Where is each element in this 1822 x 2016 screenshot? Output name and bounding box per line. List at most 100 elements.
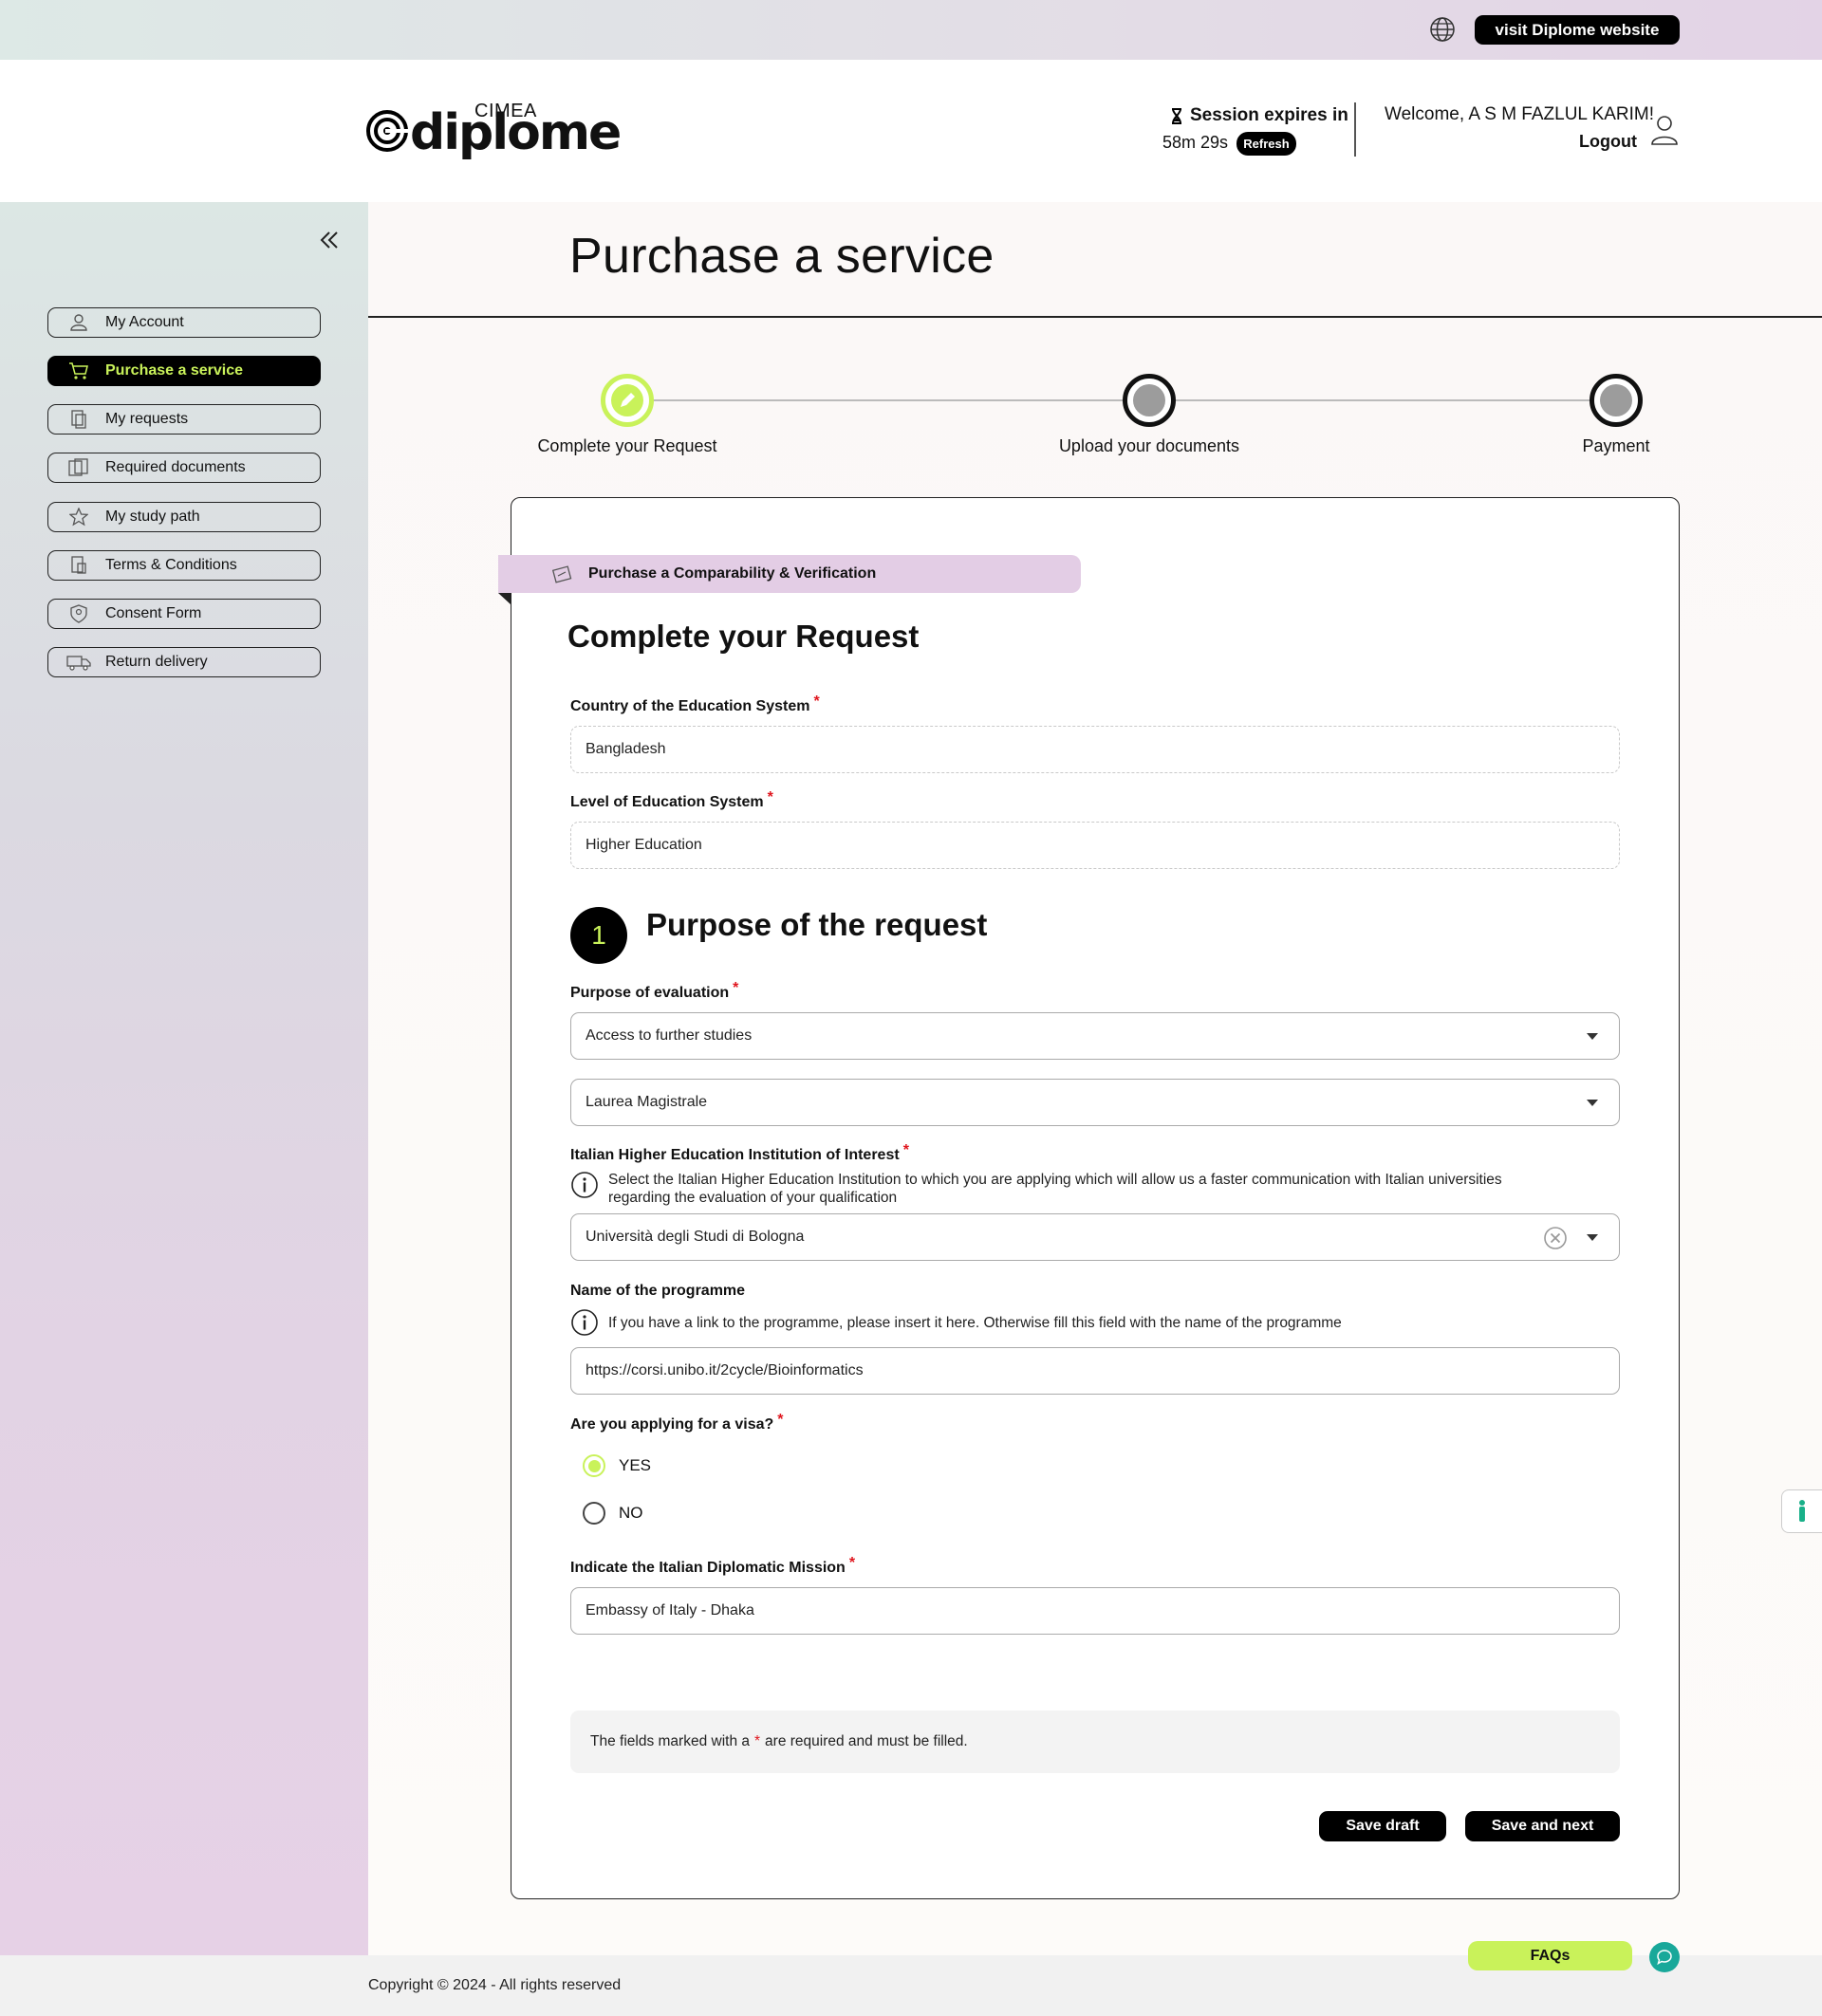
chevron-down-icon[interactable] [1587, 1033, 1598, 1040]
session-title: Session expires in [1171, 105, 1348, 126]
collapse-sidebar-icon[interactable] [318, 229, 341, 251]
programme-label-text: Name of the programme [570, 1283, 746, 1299]
country-field: Bangladesh [570, 726, 1620, 773]
logout-link[interactable]: Logout [1579, 132, 1637, 152]
sidebar-item-my-study-path[interactable]: My study path [47, 502, 321, 532]
sidebar-item-required-documents[interactable]: Required documents [47, 453, 321, 483]
sidebar-item-my-requests[interactable]: My requests [47, 404, 321, 435]
welcome-text: Welcome, A S M FAZLUL KARIM! [1385, 104, 1655, 124]
step-label: Payment [1582, 436, 1650, 455]
mission-input[interactable]: Embassy of Italy - Dhaka [570, 1587, 1620, 1635]
programme-info: If you have a link to the programme, ple… [570, 1308, 1557, 1337]
copyright-text: Copyright © 2024 - All rights reserved [368, 1977, 622, 1993]
clear-selection-icon[interactable] [1544, 1227, 1567, 1249]
service-ribbon: Purchase a Comparability & Verification [498, 555, 1081, 593]
programme-input[interactable]: https://corsi.unibo.it/2cycle/Bioinforma… [570, 1347, 1620, 1395]
required-fields-note: The fields marked with a * are required … [570, 1711, 1620, 1773]
mission-label-text: Indicate the Italian Diplomatic Mission [570, 1560, 846, 1576]
step-payment-indicator[interactable] [1590, 374, 1643, 427]
user-icon [65, 312, 92, 333]
purpose-select[interactable]: Access to further studies [570, 1012, 1620, 1060]
save-draft-button[interactable]: Save draft [1319, 1811, 1446, 1841]
consent-icon [65, 603, 92, 624]
institution-label: Italian Higher Education Institution of … [570, 1142, 909, 1164]
title-divider [368, 316, 1822, 318]
sidebar-item-label: Return delivery [105, 654, 208, 670]
step-upload-documents-indicator[interactable] [1123, 374, 1176, 427]
sidebar-item-label: Required documents [105, 459, 246, 475]
info-icon [571, 1172, 598, 1198]
edit-pencil-icon [611, 384, 643, 416]
radio-button[interactable] [583, 1502, 605, 1525]
sidebar-item-return-delivery[interactable]: Return delivery [47, 647, 321, 677]
sidebar-item-purchase-a-service[interactable]: Purchase a service [47, 356, 321, 386]
visit-website-button[interactable]: visit Diplome website [1475, 15, 1680, 45]
terms-icon [65, 555, 92, 576]
ribbon-fold [498, 593, 511, 604]
certificate-icon [551, 565, 572, 583]
form-heading: Complete your Request [567, 619, 920, 654]
sidebar-item-terms-conditions[interactable]: Terms & Conditions [47, 550, 321, 581]
required-asterisk: * [767, 789, 773, 805]
radio-button-selected[interactable] [583, 1454, 605, 1477]
sidebar-item-label: Consent Form [105, 605, 202, 621]
section-number-badge: 1 [570, 907, 627, 964]
refresh-session-button[interactable]: Refresh [1236, 132, 1296, 156]
step-complete-request-indicator[interactable] [601, 374, 654, 427]
note-text-before: The fields marked with a [590, 1733, 750, 1749]
required-asterisk: * [777, 1412, 784, 1428]
chat-button[interactable] [1649, 1942, 1680, 1972]
country-value: Bangladesh [586, 741, 666, 757]
degree-select[interactable]: Laurea Magistrale [570, 1079, 1620, 1126]
institution-info-text: Select the Italian Higher Education Inst… [608, 1172, 1502, 1206]
sidebar-item-label: My study path [105, 509, 200, 525]
purpose-label: Purpose of evaluation * [570, 980, 738, 1002]
level-value: Higher Education [586, 837, 702, 853]
visa-no-option[interactable]: NO [583, 1502, 643, 1525]
mission-label: Indicate the Italian Diplomatic Mission * [570, 1555, 855, 1577]
purpose-value: Access to further studies [586, 1027, 753, 1044]
ribbon-text: Purchase a Comparability & Verification [588, 565, 877, 582]
programme-value: https://corsi.unibo.it/2cycle/Bioinforma… [586, 1362, 864, 1378]
logo-wordmark: diplome [410, 104, 622, 161]
faqs-button[interactable]: FAQs [1468, 1941, 1632, 1970]
stepper-connector [653, 399, 1123, 401]
mission-value: Embassy of Italy - Dhaka [586, 1602, 754, 1618]
note-text-after: are required and must be filled. [765, 1733, 968, 1749]
sidebar-item-label: Purchase a service [105, 362, 243, 379]
sidebar-item-my-account[interactable]: My Account [47, 307, 321, 338]
chevron-down-icon[interactable] [1587, 1100, 1598, 1106]
globe-icon[interactable] [1429, 16, 1456, 43]
star-icon [65, 507, 92, 527]
hourglass-icon [1172, 107, 1181, 124]
institution-select[interactable]: Università degli Studi di Bologna [570, 1213, 1620, 1261]
required-asterisk: * [902, 1142, 909, 1158]
accessibility-tab[interactable] [1781, 1489, 1822, 1533]
user-profile-icon[interactable] [1649, 114, 1680, 146]
sidebar-item-consent-form[interactable]: Consent Form [47, 599, 321, 629]
chevron-down-icon[interactable] [1587, 1234, 1598, 1241]
cart-icon [65, 361, 92, 381]
country-label: Country of the Education System * [570, 694, 820, 715]
sidebar-item-label: My requests [105, 411, 189, 427]
note-asterisk: * [754, 1733, 761, 1749]
programme-info-text: If you have a link to the programme, ple… [608, 1315, 1342, 1331]
required-asterisk: * [733, 980, 739, 996]
sidebar-item-label: My Account [105, 314, 184, 330]
programme-label: Name of the programme [570, 1283, 745, 1300]
page-title: Purchase a service [569, 229, 995, 284]
level-label-text: Level of Education System [570, 794, 764, 810]
session-title-text: Session expires in [1190, 105, 1348, 125]
visa-label-text: Are you applying for a visa? [570, 1416, 774, 1433]
step-label: Upload your documents [1058, 436, 1240, 455]
chat-bubble-icon [1657, 1950, 1672, 1966]
level-label: Level of Education System * [570, 789, 773, 811]
section-title: Purpose of the request [646, 907, 988, 942]
sidebar-item-label: Terms & Conditions [105, 557, 237, 573]
required-asterisk: * [813, 694, 820, 710]
session-time: 58m 29s [1162, 133, 1229, 152]
visa-label: Are you applying for a visa? * [570, 1412, 784, 1433]
save-and-next-button[interactable]: Save and next [1465, 1811, 1620, 1841]
visa-yes-option[interactable]: YES [583, 1454, 651, 1477]
header [0, 60, 1822, 202]
